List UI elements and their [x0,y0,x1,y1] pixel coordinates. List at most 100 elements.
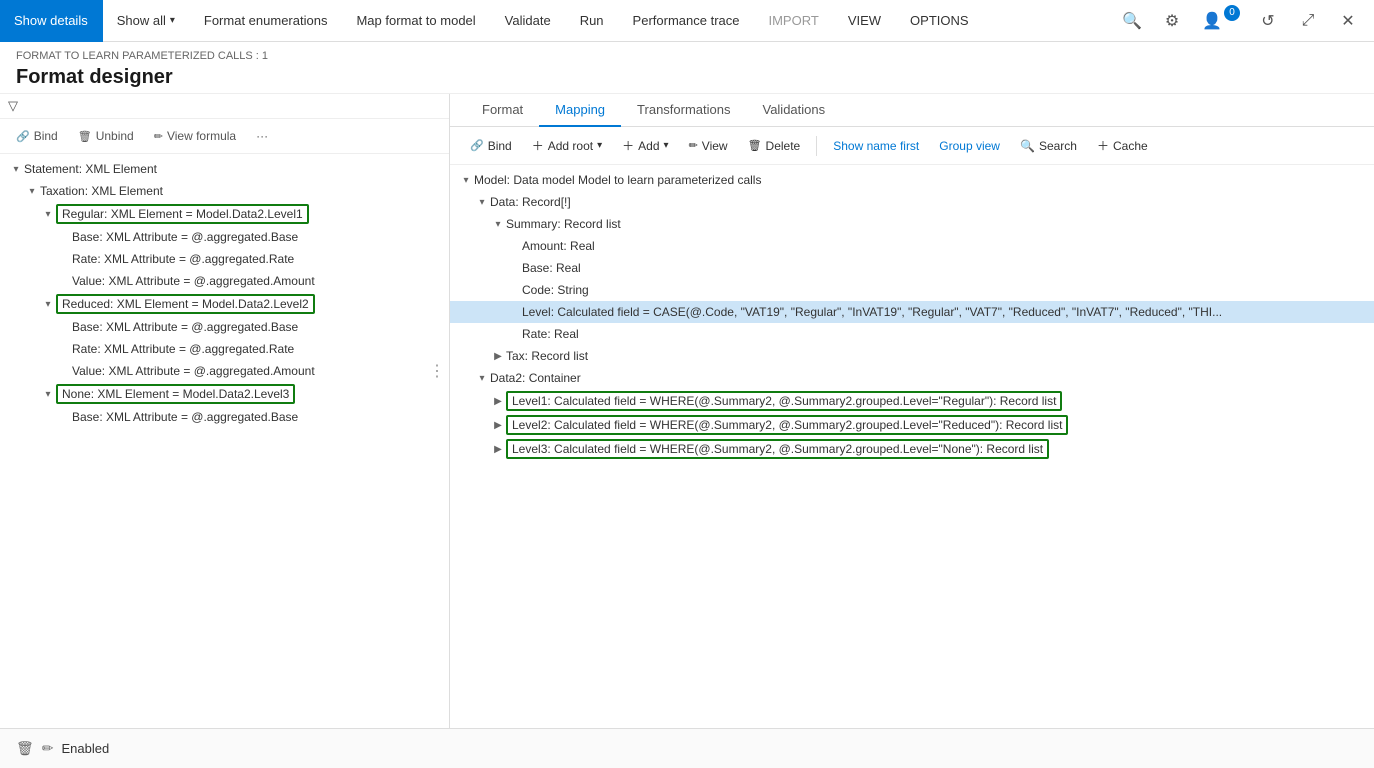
toggle-icon[interactable]: ▾ [474,197,490,208]
right-tree[interactable]: ▾ Model: Data model Model to learn param… [450,165,1374,728]
main-area: ▽ 🔗 Bind 🗑 Unbind ✏ View formula ··· [0,94,1374,728]
add-root-caret: ▾ [597,140,602,151]
list-item[interactable]: ▾ Taxation: XML Element [0,180,449,202]
nav-options[interactable]: OPTIONS [896,0,984,42]
tab-validations[interactable]: Validations [746,94,841,127]
toggle-icon[interactable]: ▶ [490,396,506,407]
tree-item-label: Base: XML Attribute = @.aggregated.Base [72,410,298,424]
tree-item-label: Value: XML Attribute = @.aggregated.Amou… [72,274,315,288]
delete-button[interactable]: 🗑 Delete [740,135,809,157]
right-bind-button[interactable]: 🔗 Bind [462,135,520,157]
notification-area: 👤 0 [1194,3,1246,39]
list-item[interactable]: ▶ Level1: Calculated field = WHERE(@.Sum… [450,389,1374,413]
toggle-icon [56,344,72,355]
list-item[interactable]: Base: XML Attribute = @.aggregated.Base [0,226,449,248]
status-badge: Enabled [62,741,110,756]
toggle-icon [56,412,72,423]
show-name-first-button[interactable]: Show name first [825,135,927,157]
list-item[interactable]: ▾ Reduced: XML Element = Model.Data2.Lev… [0,292,449,316]
list-item[interactable]: ▾ Model: Data model Model to learn param… [450,169,1374,191]
add-icon: ＋ [622,137,634,154]
list-item[interactable]: Level: Calculated field = CASE(@.Code, "… [450,301,1374,323]
toggle-icon[interactable]: ▾ [490,219,506,230]
list-item[interactable]: Code: String [450,279,1374,301]
toggle-icon[interactable]: ▾ [8,164,24,175]
rtree-item-label: Level: Calculated field = CASE(@.Code, "… [522,305,1222,319]
tree-item-label: Rate: XML Attribute = @.aggregated.Rate [72,342,294,356]
list-item[interactable]: ▾ Statement: XML Element [0,158,449,180]
close-icon[interactable]: ✕ [1330,3,1366,39]
add-root-icon: ＋ [532,137,544,154]
toggle-icon[interactable]: ▶ [490,420,506,431]
more-button[interactable]: ··· [248,125,276,147]
list-item[interactable]: ▶ Level2: Calculated field = WHERE(@.Sum… [450,413,1374,437]
toggle-icon[interactable]: ▶ [490,444,506,455]
list-item[interactable]: ▶ Tax: Record list [450,345,1374,367]
list-item[interactable]: ▾ Data2: Container [450,367,1374,389]
external-link-icon[interactable]: ⤢ [1290,3,1326,39]
list-item[interactable]: ▾ Regular: XML Element = Model.Data2.Lev… [0,202,449,226]
search-button[interactable]: 🔍 Search [1012,135,1085,157]
nav-run[interactable]: Run [566,0,619,42]
tree-item-label: Value: XML Attribute = @.aggregated.Amou… [72,364,315,378]
tab-mapping[interactable]: Mapping [539,94,621,127]
tab-format[interactable]: Format [466,94,539,127]
toggle-icon[interactable]: ▶ [490,351,506,362]
edit-status-icon[interactable]: ✏ [42,740,54,757]
delete-status-icon[interactable]: 🗑 [16,740,34,757]
toggle-icon [56,254,72,265]
list-item[interactable]: Value: XML Attribute = @.aggregated.Amou… [0,270,449,292]
left-tree[interactable]: ▾ Statement: XML Element ▾ Taxation: XML… [0,154,449,728]
unbind-button[interactable]: 🗑 Unbind [70,125,142,147]
nav-view[interactable]: VIEW [834,0,896,42]
list-item[interactable]: ▾ Data: Record[!] [450,191,1374,213]
delete-icon: 🗑 [748,139,762,152]
search-icon[interactable]: 🔍 [1114,3,1150,39]
tab-transformations[interactable]: Transformations [621,94,746,127]
nav-show-all[interactable]: Show all ▾ [103,0,190,42]
view-button[interactable]: ✏ View [681,135,736,157]
nav-validate[interactable]: Validate [491,0,566,42]
list-item[interactable]: Rate: XML Attribute = @.aggregated.Rate [0,338,449,360]
tree-item-label: Statement: XML Element [24,162,157,176]
toggle-icon[interactable]: ▾ [458,175,474,186]
add-button[interactable]: ＋ Add ▾ [614,133,676,158]
view-formula-button[interactable]: ✏ View formula [146,125,244,147]
separator [816,136,817,156]
list-item[interactable]: Base: XML Attribute = @.aggregated.Base [0,406,449,428]
bind-button[interactable]: 🔗 Bind [8,125,66,147]
nav-performance-trace[interactable]: Performance trace [619,0,755,42]
list-item[interactable]: Amount: Real [450,235,1374,257]
toggle-icon[interactable]: ▾ [24,186,40,197]
toggle-icon[interactable]: ▾ [40,299,56,310]
tree-item-label: Rate: XML Attribute = @.aggregated.Rate [72,252,294,266]
toggle-icon[interactable]: ▾ [474,373,490,384]
refresh-icon[interactable]: ↺ [1250,3,1286,39]
toggle-icon [506,263,522,274]
list-item[interactable]: Rate: Real [450,323,1374,345]
nav-show-details[interactable]: Show details [0,0,103,42]
settings-icon[interactable]: ⚙ [1154,3,1190,39]
list-item[interactable]: ▾ None: XML Element = Model.Data2.Level3 [0,382,449,406]
add-root-button[interactable]: ＋ Add root ▾ [524,133,610,158]
toggle-icon [506,329,522,340]
left-toolbar: 🔗 Bind 🗑 Unbind ✏ View formula ··· [0,119,449,154]
toggle-icon[interactable]: ▾ [40,209,56,220]
list-item[interactable]: Base: Real [450,257,1374,279]
list-item[interactable]: Base: XML Attribute = @.aggregated.Base [0,316,449,338]
list-item[interactable]: Rate: XML Attribute = @.aggregated.Rate [0,248,449,270]
cache-button[interactable]: ＋ Cache [1089,133,1156,158]
list-item[interactable]: ▶ Level3: Calculated field = WHERE(@.Sum… [450,437,1374,461]
subheader: FORMAT TO LEARN PARAMETERIZED CALLS : 1 … [0,42,1374,94]
rtree-item-label: Model: Data model Model to learn paramet… [474,173,761,187]
list-item[interactable]: Value: XML Attribute = @.aggregated.Amou… [0,360,449,382]
nav-import[interactable]: IMPORT [754,0,833,42]
group-view-button[interactable]: Group view [931,135,1008,157]
cache-icon: ＋ [1097,137,1109,154]
view-formula-icon: ✏ [154,130,163,143]
nav-format-enumerations[interactable]: Format enumerations [190,0,343,42]
nav-map-format-to-model[interactable]: Map format to model [342,0,490,42]
tree-item-label: Base: XML Attribute = @.aggregated.Base [72,320,298,334]
list-item[interactable]: ▾ Summary: Record list [450,213,1374,235]
toggle-icon[interactable]: ▾ [40,389,56,400]
